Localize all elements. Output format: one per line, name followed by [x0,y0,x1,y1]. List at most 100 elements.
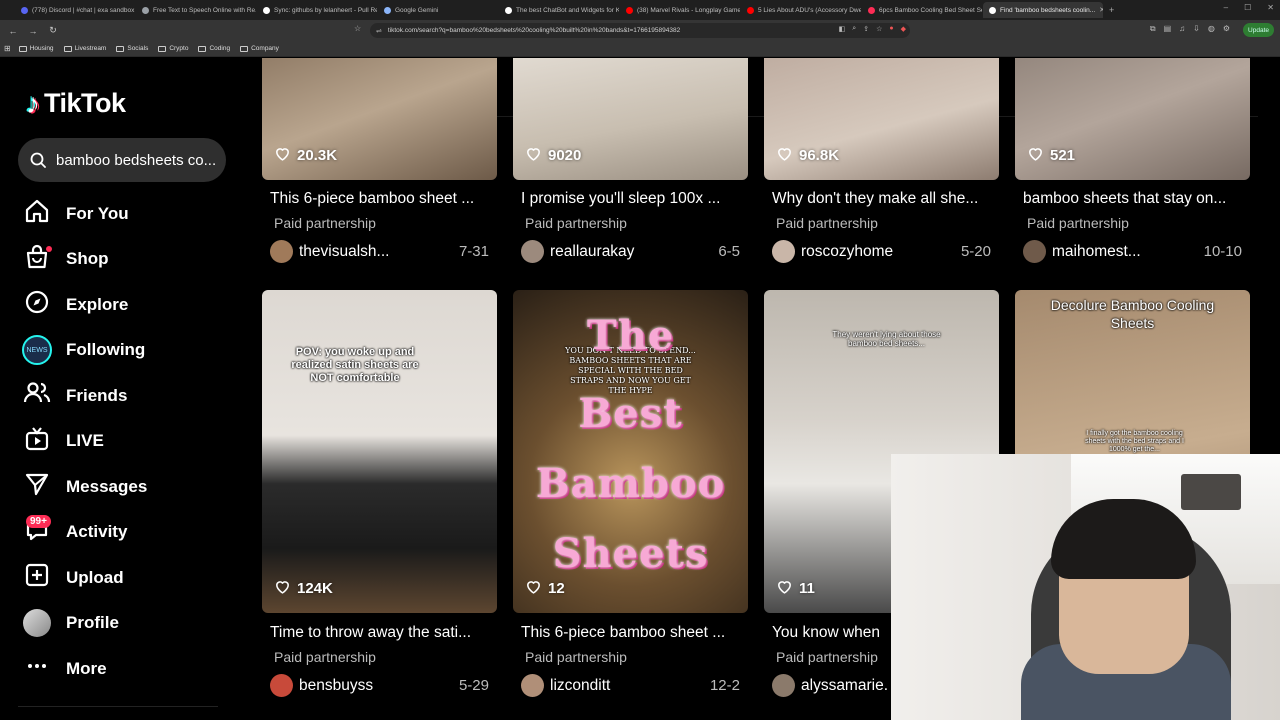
video-title[interactable]: Time to throw away the sati... [270,624,492,642]
browser-tab[interactable]: Find 'bamboo bedsheets coolin... ✕ [983,2,1103,18]
video-author[interactable]: bensbuyss [270,674,373,697]
video-thumbnail[interactable]: 96.8K [764,58,999,180]
video-title[interactable]: bamboo sheets that stay on... [1023,190,1245,208]
search-bar[interactable] [18,138,226,182]
video-thumbnail[interactable]: 521 [1015,58,1250,180]
video-author[interactable]: roscozyhome [772,240,893,263]
bookmark-label: Coding [209,45,231,52]
video-thumbnail[interactable]: YOU DON'T NEED TO SPEND... BAMBOO SHEETS… [513,290,748,613]
maximize-icon[interactable]: ☐ [1244,3,1251,12]
forward-icon[interactable]: → [26,24,40,38]
settings-icon[interactable]: ⚙ [1223,24,1230,34]
browser-tab[interactable]: The best ChatBot and Widgets for K... [499,2,619,18]
zoom-icon[interactable]: ⌕ [852,25,856,33]
reading-list-icon[interactable]: ▤ [1164,24,1172,34]
video-author[interactable]: maihomest... [1023,240,1141,263]
apps-icon[interactable]: ⊞ [4,44,11,53]
video-thumbnail[interactable]: 20.3K [262,58,497,180]
video-author[interactable]: reallaurakay [521,240,634,263]
reload-icon[interactable]: ↻ [46,24,60,38]
video-thumbnail[interactable]: 9020 [513,58,748,180]
sidebar-item-following[interactable]: NEWS Following [22,328,222,374]
sidebar-item-explore[interactable]: Explore [22,282,222,328]
video-author[interactable]: alyssamarie. [772,674,888,697]
notification-dot [46,246,52,253]
sidebar-item-label: Explore [66,294,129,314]
sidebar-item-friends[interactable]: Friends [22,373,222,419]
video-date: 7-31 [458,243,489,260]
upload-icon [24,562,50,593]
window-controls: – ☐ ✕ [1224,3,1274,12]
sidebar-item-shop[interactable]: Shop [22,237,222,283]
address-bar[interactable]: ⇌ tiktok.com/search?q=bamboo%20bedsheets… [370,23,910,38]
extensions-icon[interactable]: ⧉ [1150,24,1156,34]
search-input[interactable] [56,151,216,169]
brand-name: TikTok [44,88,126,118]
minimize-icon[interactable]: – [1224,3,1228,12]
video-title[interactable]: This 6-piece bamboo sheet ... [521,624,743,642]
browser-tab[interactable]: Free Text to Speech Online with Re... [136,2,256,18]
author-avatar [521,240,544,263]
update-button[interactable]: Update [1243,23,1274,37]
translate-icon[interactable]: ◧ [839,25,846,33]
video-title[interactable]: This 6-piece bamboo sheet ... [270,190,492,208]
site-info-icon[interactable]: ⇌ [376,27,382,35]
profile-avatar-icon [23,609,51,638]
close-window-icon[interactable]: ✕ [1267,3,1274,12]
tiktok-logo[interactable]: ♪ TikTok [26,88,126,119]
thumbnail-subcaption: I finally got the bamboo cooling sheets … [1085,430,1184,453]
bookmark-label: Socials [127,45,149,52]
like-count: 20.3K [274,145,337,166]
browser-tab[interactable]: 5 Lies About ADU's (Accessory Dwel... [741,2,861,18]
profile-icon[interactable]: ◍ [1208,24,1215,34]
sidebar-item-upload[interactable]: Upload [22,555,222,601]
downloads-icon[interactable]: ⇩ [1193,24,1200,34]
sidebar-item-label: For You [66,203,129,223]
sidebar-item-for-you[interactable]: For You [22,191,222,237]
video-author[interactable]: lizconditt [521,674,610,697]
bookmark-folder[interactable]: Company [240,45,279,52]
author-name: maihomest... [1052,242,1141,260]
sidebar-item-label: Messages [66,476,148,496]
heart-icon [274,145,291,166]
sidebar-item-messages[interactable]: Messages [22,464,222,510]
video-title[interactable]: Why don't they make all she... [772,190,994,208]
sidebar-item-more[interactable]: More [22,646,222,692]
extension-icon[interactable]: ● [889,25,893,33]
bookmark-icon[interactable]: ☆ [354,24,361,33]
heart-icon [776,145,793,166]
bookmark-folder[interactable]: Crypto [158,45,188,52]
bookmark-folder[interactable]: Livestream [63,45,106,52]
bookmark-folder[interactable]: Socials [116,45,148,52]
new-tab-icon[interactable]: + [1109,5,1114,15]
close-tab-icon[interactable]: ✕ [1099,6,1103,14]
video-thumbnail[interactable]: POV: you woke up and realized satin shee… [262,290,497,613]
folder-icon [63,45,72,52]
sidebar-item-live[interactable]: LIVE [22,419,222,465]
media-icon[interactable]: ♫ [1179,24,1185,34]
share-icon[interactable]: ⇪ [863,25,869,33]
browser-tab[interactable]: Google Gemini [378,2,498,18]
author-name: alyssamarie. [801,676,888,694]
star-icon[interactable]: ☆ [876,25,882,33]
extension-icon-2[interactable]: ◆ [901,25,906,33]
like-count-value: 124K [297,580,333,597]
browser-tab[interactable]: Sync: githubs by lelanheert - Pull Req..… [257,2,377,18]
paid-partnership-label: Paid partnership [525,215,627,231]
bookmark-folder[interactable]: Housing [18,45,54,52]
browser-tab[interactable]: (38) Marvel Rivals - Longplay Gamep... [620,2,740,18]
browser-tab-label: Free Text to Speech Online with Re... [153,6,256,14]
bookmark-folder[interactable]: Coding [198,45,230,52]
browser-tab-strip: (778) Discord | #chat | exa sandbox Free … [0,0,1280,20]
sidebar-item-label: Profile [66,613,119,633]
sidebar-item-activity[interactable]: 99+ Activity [22,510,222,556]
bookmark-label: Crypto [169,45,189,52]
url-text[interactable]: tiktok.com/search?q=bamboo%20bedsheets%2… [388,27,680,34]
browser-tab[interactable]: 6pcs Bamboo Cooling Bed Sheet Set [862,2,982,18]
browser-tab[interactable]: (778) Discord | #chat | exa sandbox [15,2,135,18]
sidebar-item-profile[interactable]: Profile [22,601,222,647]
video-title[interactable]: I promise you'll sleep 100x ... [521,190,743,208]
back-icon[interactable]: ← [6,24,20,38]
paid-partnership-label: Paid partnership [776,215,878,231]
video-author[interactable]: thevisualsh... [270,240,389,263]
